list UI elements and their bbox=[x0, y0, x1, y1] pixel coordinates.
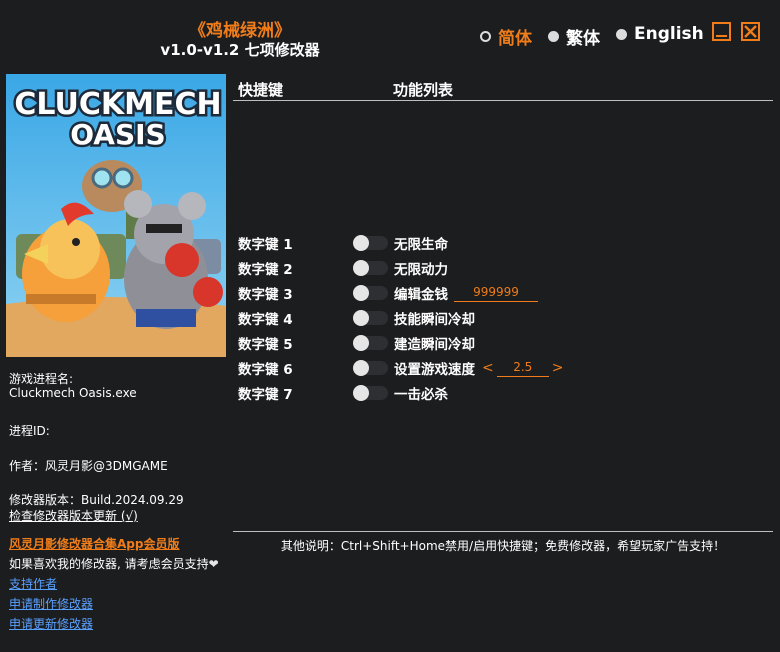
check-update-link[interactable]: 检查修改器版本更新 (√) bbox=[9, 507, 138, 524]
minimize-icon[interactable] bbox=[712, 22, 731, 41]
cheat-row: 数字键 6 设置游戏速度 < 2.5 > bbox=[238, 357, 778, 379]
lang-traditional[interactable]: 繁体 bbox=[548, 24, 600, 49]
support-text: 如果喜欢我的修改器, 请考虑会员支持 bbox=[9, 557, 209, 571]
lang-simplified[interactable]: 简体 bbox=[480, 24, 532, 49]
cheat-row: 数字键 1 无限生命 bbox=[238, 232, 778, 254]
speed-value-input[interactable]: 2.5 bbox=[496, 359, 549, 377]
radio-icon bbox=[616, 28, 627, 40]
hotkey-label: 数字键 4 bbox=[238, 312, 293, 328]
speed-decrease-arrow-icon[interactable]: < bbox=[479, 360, 497, 376]
cheat-row: 数字键 5 建造瞬间冷却 bbox=[238, 332, 778, 354]
toggle-switch[interactable] bbox=[353, 285, 388, 301]
heart-icon: ❤ bbox=[208, 557, 219, 571]
toggle-switch[interactable] bbox=[353, 360, 388, 376]
app-promo-link[interactable]: 风灵月影修改器合集App会员版 bbox=[9, 535, 179, 552]
lang-label: English bbox=[634, 24, 704, 44]
author-text: 作者：风灵月影@3DMGAME bbox=[9, 459, 168, 473]
hotkey-label: 数字键 7 bbox=[238, 387, 293, 403]
support-author-link[interactable]: 支持作者 bbox=[9, 575, 57, 592]
money-value-input[interactable]: 999999 bbox=[454, 284, 538, 302]
toggle-switch[interactable] bbox=[353, 335, 388, 351]
process-name-value: Cluckmech Oasis.exe bbox=[9, 386, 137, 400]
lang-label: 简体 bbox=[498, 29, 532, 49]
close-icon[interactable] bbox=[741, 22, 760, 41]
request-update-link[interactable]: 申请更新修改器 bbox=[9, 615, 93, 632]
toggle-switch[interactable] bbox=[353, 310, 388, 326]
header-divider bbox=[233, 100, 773, 101]
cheat-name: 建造瞬间冷却 bbox=[394, 337, 475, 353]
cheat-name: 设置游戏速度 bbox=[394, 362, 475, 378]
version-text: 修改器版本：Build.2024.09.29 bbox=[9, 493, 184, 507]
cover-logo-line2-fill: OASIS bbox=[70, 118, 165, 151]
cheat-row: 数字键 2 无限动力 bbox=[238, 257, 778, 279]
radio-icon bbox=[548, 31, 559, 42]
lang-label: 繁体 bbox=[566, 29, 600, 49]
cheat-row: 数字键 4 技能瞬间冷却 bbox=[238, 307, 778, 329]
app-subtitle: v1.0-v1.2 七项修改器 bbox=[160, 41, 320, 59]
functions-column-header: 功能列表 bbox=[393, 81, 454, 99]
cheat-name: 编辑金钱 bbox=[394, 287, 448, 303]
support-text-row: 如果喜欢我的修改器, 请考虑会员支持❤ bbox=[9, 555, 219, 572]
process-id-label: 进程ID: bbox=[9, 424, 50, 438]
hotkey-label: 数字键 1 bbox=[238, 237, 293, 253]
toggle-switch[interactable] bbox=[353, 235, 388, 251]
cheat-row: 数字键 3 编辑金钱 999999 bbox=[238, 282, 778, 304]
toggle-switch[interactable] bbox=[353, 260, 388, 276]
process-name-label: 游戏进程名: bbox=[9, 372, 74, 386]
cover-logo-line1-fill: CLUCKMECH bbox=[14, 87, 221, 122]
speed-increase-arrow-icon[interactable]: > bbox=[549, 360, 567, 376]
cheat-name: 技能瞬间冷却 bbox=[394, 312, 475, 328]
hotkey-label: 数字键 2 bbox=[238, 262, 293, 278]
cheat-row: 数字键 7 一击必杀 bbox=[238, 382, 778, 404]
footer-divider bbox=[233, 531, 773, 532]
request-make-link[interactable]: 申请制作修改器 bbox=[9, 595, 93, 612]
toggle-switch[interactable] bbox=[353, 385, 388, 401]
lang-english[interactable]: English bbox=[616, 24, 704, 44]
radio-selected-icon bbox=[480, 31, 491, 42]
hotkey-column-header: 快捷键 bbox=[238, 81, 284, 99]
footer-note: 其他说明：Ctrl+Shift+Home禁用/启用快捷键；免费修改器，希望玩家广… bbox=[280, 539, 726, 553]
cheat-name: 无限动力 bbox=[394, 262, 448, 278]
game-cover-image: CLUCKMECH CLUCKMECH OASIS OASIS bbox=[6, 74, 226, 357]
hotkey-label: 数字键 3 bbox=[238, 287, 293, 303]
hotkey-label: 数字键 5 bbox=[238, 337, 293, 353]
app-title: 《鸡械绿洲》 bbox=[189, 21, 291, 41]
cheat-name: 无限生命 bbox=[394, 237, 448, 253]
hotkey-label: 数字键 6 bbox=[238, 362, 293, 378]
cheat-name: 一击必杀 bbox=[394, 387, 448, 403]
